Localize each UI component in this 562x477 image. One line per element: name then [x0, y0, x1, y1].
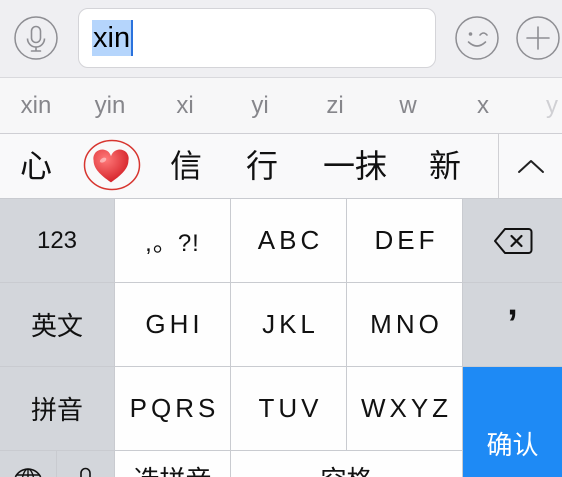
tuv-key[interactable]: TUV	[231, 367, 346, 450]
nine-key-keyboard: 123 英文 拼音 ,。?! ABC DEF GHI JKL MNO PQRS …	[0, 198, 562, 477]
plus-circle-icon	[516, 16, 560, 60]
jkl-key[interactable]: JKL	[231, 283, 346, 366]
wxyz-key[interactable]: WXYZ	[347, 367, 462, 450]
smiley-face-icon	[455, 16, 499, 60]
punctuation-key[interactable]: ,。?!	[115, 199, 230, 282]
globe-key[interactable]	[0, 451, 56, 477]
numbers-key[interactable]: 123	[0, 199, 114, 282]
pinyin-candidate-bar: xin yin xi yi zi w x y	[0, 78, 562, 134]
hanzi-candidate[interactable]: 信	[161, 134, 211, 198]
emoji-button[interactable]	[455, 16, 499, 60]
pinyin-candidate[interactable]: zi	[305, 78, 365, 133]
pinyin-candidate[interactable]: x	[453, 78, 513, 133]
pinyin-key[interactable]: 拼音	[0, 367, 114, 450]
voice-key[interactable]	[57, 451, 114, 477]
delete-key[interactable]	[463, 199, 562, 282]
abc-key[interactable]: ABC	[231, 199, 346, 282]
expand-candidates-button[interactable]	[499, 134, 562, 198]
text-cursor	[131, 20, 134, 56]
hanzi-candidate[interactable]: 心	[11, 134, 61, 198]
syllable-separator-key[interactable]: ’	[463, 283, 562, 366]
selected-input-text: xin	[92, 20, 132, 56]
confirm-button[interactable]: 确认	[463, 367, 562, 477]
select-pinyin-key[interactable]: 选拼音	[115, 451, 230, 477]
pinyin-candidate-partial[interactable]: y	[546, 78, 562, 133]
english-key[interactable]: 英文	[0, 283, 114, 366]
space-label: 空格	[231, 465, 462, 477]
text-input-field[interactable]: xin	[78, 8, 436, 68]
chevron-up-icon	[517, 160, 544, 173]
def-key[interactable]: DEF	[347, 199, 462, 282]
red-circle-annotation	[83, 139, 141, 191]
hanzi-candidate[interactable]: 一抹	[310, 134, 400, 198]
hanzi-candidate-bar: 心 信 行 一抹 新	[0, 134, 562, 198]
microphone-icon	[14, 16, 58, 60]
pqrs-key[interactable]: PQRS	[115, 367, 230, 450]
microphone-icon	[80, 467, 91, 477]
pinyin-candidate[interactable]: yin	[80, 78, 140, 133]
backspace-icon	[493, 227, 532, 254]
pinyin-candidate[interactable]: w	[378, 78, 438, 133]
pinyin-candidate[interactable]: yi	[230, 78, 290, 133]
mno-key[interactable]: MNO	[347, 283, 462, 366]
input-bar: xin	[0, 0, 562, 78]
globe-icon	[14, 468, 42, 477]
pinyin-candidate[interactable]: xin	[6, 78, 66, 133]
space-key[interactable]: 空格	[231, 451, 462, 477]
pinyin-candidate[interactable]: xi	[155, 78, 215, 133]
ghi-key[interactable]: GHI	[115, 283, 230, 366]
hanzi-candidate[interactable]: 行	[237, 134, 287, 198]
ime-keyboard-screen: xin xin yin xi yi zi w x y 心 信 行 一抹 新 12…	[0, 0, 562, 477]
hanzi-candidate[interactable]: 新	[420, 134, 470, 198]
voice-input-button[interactable]	[14, 16, 58, 60]
more-options-button[interactable]	[516, 16, 560, 60]
select-pinyin-label: 选拼音	[115, 465, 230, 477]
